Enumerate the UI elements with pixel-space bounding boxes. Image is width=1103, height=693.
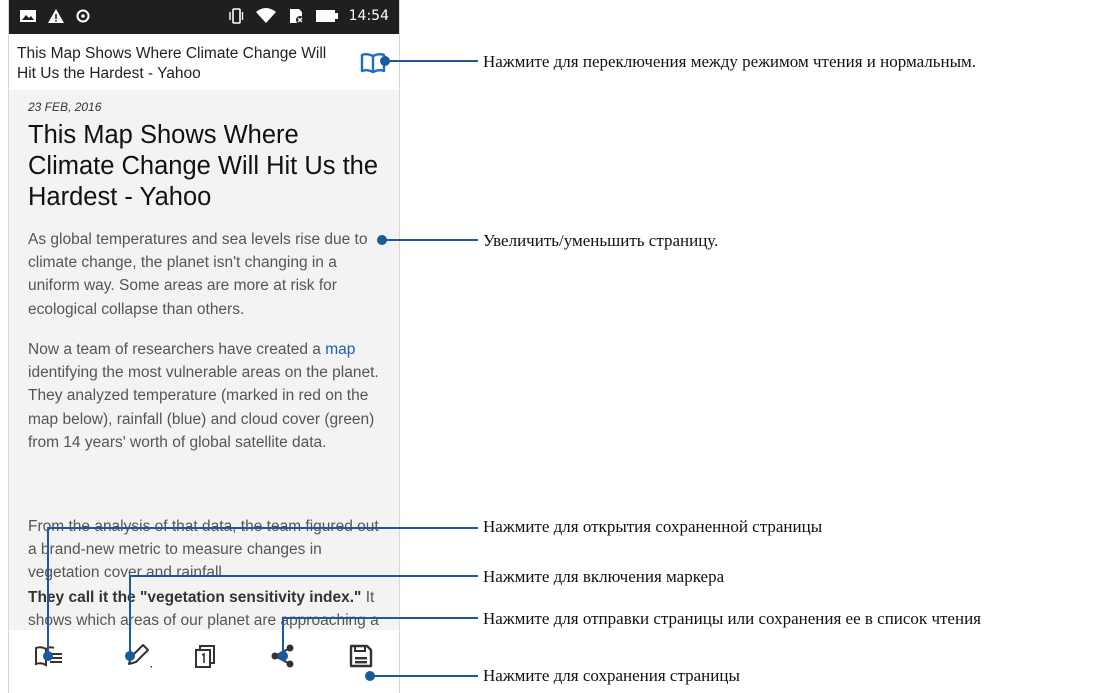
page-title: This Map Shows Where Climate Change Will… (17, 45, 327, 82)
image-icon (19, 8, 37, 24)
tabs-button[interactable] (187, 640, 223, 672)
article-paragraph: From the analysis of that data, the team… (28, 518, 379, 582)
book-open-icon (360, 53, 386, 74)
callout-zoom: Увеличить/уменьшить страницу. (483, 231, 719, 250)
share-button[interactable] (265, 640, 301, 672)
callout-open-saved: Нажмите для открытия сохраненной страниц… (483, 517, 823, 536)
status-time: 14:54 (348, 8, 389, 24)
bold-text: They call it the "vegetation sensitivity… (28, 589, 362, 606)
phone-screen: 14:54 This Map Shows Where Climate Chang… (8, 0, 400, 693)
reader-mode-button[interactable] (359, 52, 387, 74)
callout-marker: Нажмите для включения маркера (483, 567, 725, 586)
warning-icon (47, 8, 65, 24)
reading-list-icon (35, 646, 62, 667)
open-saved-page-button[interactable] (31, 640, 67, 672)
sim-icon (287, 7, 305, 25)
title-bar: This Map Shows Where Climate Change Will… (9, 34, 399, 91)
share-icon (271, 644, 294, 668)
battery-icon (315, 9, 339, 23)
marker-button[interactable] (121, 640, 157, 672)
callout-share: Нажмите для отправки страницы или сохран… (483, 609, 981, 628)
callout-reader-mode: Нажмите для переключения между режимом ч… (483, 52, 977, 71)
marker-pen-icon (128, 644, 152, 668)
article-paragraph: They call it the "vegetation sensitivity… (28, 589, 379, 630)
bottom-toolbar (9, 630, 399, 693)
article-heading: This Map Shows Where Climate Change Will… (28, 121, 379, 211)
article-paragraph: Now a team of researchers have created a… (28, 341, 379, 451)
save-page-button[interactable] (343, 640, 379, 672)
map-link[interactable]: map (325, 341, 355, 358)
article-paragraph: As global temperatures and sea levels ri… (28, 231, 368, 318)
callout-save: Нажмите для сохранения страницы (483, 666, 740, 685)
save-page-icon (349, 644, 373, 668)
sync-icon (75, 8, 91, 24)
wifi-icon (255, 7, 277, 25)
article-date: 23 FEB, 2016 (28, 100, 102, 114)
tabs-icon (195, 645, 215, 668)
vibrate-icon (227, 7, 245, 25)
article-content[interactable]: 23 FEB, 2016 This Map Shows Where Climat… (9, 90, 399, 630)
status-bar: 14:54 (9, 0, 399, 34)
